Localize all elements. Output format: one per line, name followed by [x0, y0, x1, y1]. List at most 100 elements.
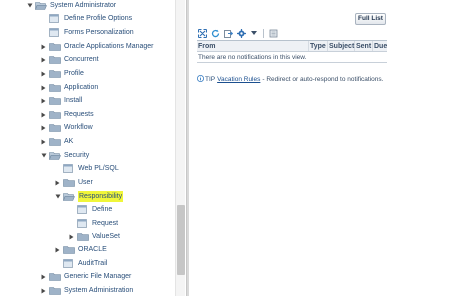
- expand-icon[interactable]: [197, 28, 207, 38]
- folder-icon: [63, 178, 75, 188]
- expand-arrow-icon[interactable]: [40, 82, 47, 93]
- column-header-subject[interactable]: Subject: [328, 41, 355, 51]
- full-list-button[interactable]: Full List: [355, 13, 386, 25]
- tree-node-label[interactable]: Web PL/SQL: [78, 163, 119, 174]
- tree-node-label[interactable]: Responsibility: [78, 191, 124, 202]
- column-header-sent[interactable]: Sent: [355, 41, 373, 51]
- tree-node-label[interactable]: System Administration: [64, 285, 133, 296]
- tree-scrollbar[interactable]: [175, 0, 185, 296]
- tree-node-generic-file-manager[interactable]: Generic File Manager: [40, 271, 131, 282]
- tree-node-label[interactable]: Security: [64, 150, 89, 161]
- tree-node-application[interactable]: Application: [40, 82, 98, 93]
- folder-icon: [49, 69, 61, 79]
- folder-icon: [77, 232, 89, 242]
- expand-arrow-icon[interactable]: [40, 95, 47, 106]
- expand-arrow-icon[interactable]: [68, 231, 75, 242]
- vacation-rules-link[interactable]: Vacation Rules: [217, 76, 260, 83]
- folder-icon: [49, 83, 61, 93]
- folder-icon: [63, 245, 75, 255]
- tree-node-label[interactable]: Requests: [64, 109, 94, 120]
- tree-node-install[interactable]: Install: [40, 95, 82, 106]
- refresh-icon[interactable]: [210, 28, 220, 38]
- export-icon[interactable]: [223, 28, 233, 38]
- detach-icon[interactable]: [268, 28, 278, 38]
- collapse-arrow-icon[interactable]: [26, 0, 33, 11]
- tip-message: TIP Vacation Rules - Redirect or auto-re…: [197, 75, 383, 84]
- tree-node-workflow[interactable]: Workflow: [40, 122, 93, 133]
- tree-node-label[interactable]: Generic File Manager: [64, 271, 131, 282]
- expand-arrow-icon[interactable]: [40, 54, 47, 65]
- tree-node-label[interactable]: User: [78, 177, 93, 188]
- expand-arrow-icon[interactable]: [40, 122, 47, 133]
- empty-table-message: There are no notifications in this view.: [197, 52, 387, 63]
- expand-arrow-icon[interactable]: [54, 177, 61, 188]
- tree-node-web-pl-sql[interactable]: Web PL/SQL: [54, 163, 119, 174]
- folder-icon: [49, 286, 61, 296]
- tree-node-profile[interactable]: Profile: [40, 68, 84, 79]
- column-header-from[interactable]: From: [197, 41, 309, 51]
- column-header-type[interactable]: Type: [309, 41, 328, 51]
- tree-node-label[interactable]: System Administrator: [50, 0, 116, 11]
- tree-node-label[interactable]: Concurrent: [64, 54, 99, 65]
- tree-node-concurrent[interactable]: Concurrent: [40, 54, 99, 65]
- expand-arrow-icon[interactable]: [40, 68, 47, 79]
- tree-node-label[interactable]: Application: [64, 82, 98, 93]
- expand-arrow-icon[interactable]: [40, 109, 47, 120]
- page-icon: [77, 205, 89, 215]
- folder-icon: [49, 137, 61, 147]
- expand-arrow-icon[interactable]: [54, 244, 61, 255]
- folder-icon: [49, 123, 61, 133]
- tree-node-forms-personalization[interactable]: Forms Personalization: [40, 27, 134, 38]
- collapse-arrow-icon[interactable]: [54, 191, 61, 202]
- tree-node-request[interactable]: Request: [68, 218, 118, 229]
- tree-node-label[interactable]: Forms Personalization: [64, 27, 134, 38]
- tree-node-label[interactable]: Workflow: [64, 122, 93, 133]
- page-icon: [49, 14, 61, 24]
- tree-node-label[interactable]: AuditTrail: [78, 258, 107, 269]
- expand-arrow-icon[interactable]: [40, 285, 47, 296]
- tree-node-label[interactable]: Profile: [64, 68, 84, 79]
- tree-node-label[interactable]: Install: [64, 95, 82, 106]
- page-icon: [63, 164, 75, 174]
- scrollbar-thumb[interactable]: [177, 205, 185, 275]
- collapse-arrow-icon[interactable]: [40, 150, 47, 161]
- tree-node-responsibility[interactable]: Responsibility: [54, 191, 124, 202]
- settings-icon[interactable]: [236, 28, 246, 38]
- worklist-panel: Full List From Type Subject Sent Due The…: [189, 0, 474, 296]
- tree-node-label[interactable]: ValueSet: [92, 231, 120, 242]
- dropdown-icon[interactable]: [249, 28, 259, 38]
- tree-node-user[interactable]: User: [54, 177, 93, 188]
- tree-node-system-administrator[interactable]: System Administrator: [26, 0, 116, 11]
- tree-node-system-administration[interactable]: System Administration: [40, 285, 133, 296]
- folder-icon: [49, 272, 61, 282]
- tree-node-label[interactable]: Oracle Applications Manager: [64, 41, 154, 52]
- tree-node-label[interactable]: Define: [92, 204, 112, 215]
- tree-node-define[interactable]: Define: [68, 204, 112, 215]
- expand-arrow-icon[interactable]: [40, 41, 47, 52]
- tree-node-oracle-applications-manager[interactable]: Oracle Applications Manager: [40, 41, 154, 52]
- tree-node-oracle[interactable]: ORACLE: [54, 244, 107, 255]
- folder-open-icon: [35, 1, 47, 11]
- column-header-due[interactable]: Due: [373, 41, 387, 51]
- toolbar-separator: [263, 28, 264, 38]
- tree-node-label[interactable]: AK: [64, 136, 73, 147]
- tree-node-label[interactable]: Define Profile Options: [64, 13, 132, 24]
- folder-icon: [49, 42, 61, 52]
- tree-node-valueset[interactable]: ValueSet: [68, 231, 120, 242]
- expand-arrow-icon[interactable]: [40, 271, 47, 282]
- tree-node-security[interactable]: Security: [40, 150, 89, 161]
- page-icon: [63, 259, 75, 269]
- folder-icon: [49, 96, 61, 106]
- tree-node-label[interactable]: ORACLE: [78, 244, 107, 255]
- expand-arrow-icon[interactable]: [40, 136, 47, 147]
- tree-node-define-profile-options[interactable]: Define Profile Options: [40, 13, 132, 24]
- folder-icon: [49, 110, 61, 120]
- tree-node-requests[interactable]: Requests: [40, 109, 94, 120]
- tree-node-label[interactable]: Request: [92, 218, 118, 229]
- tip-text: - Redirect or auto-respond to notificati…: [262, 76, 384, 83]
- tree-node-ak[interactable]: AK: [40, 136, 73, 147]
- folder-open-icon: [63, 192, 75, 202]
- tree-node-audittrail[interactable]: AuditTrail: [54, 258, 107, 269]
